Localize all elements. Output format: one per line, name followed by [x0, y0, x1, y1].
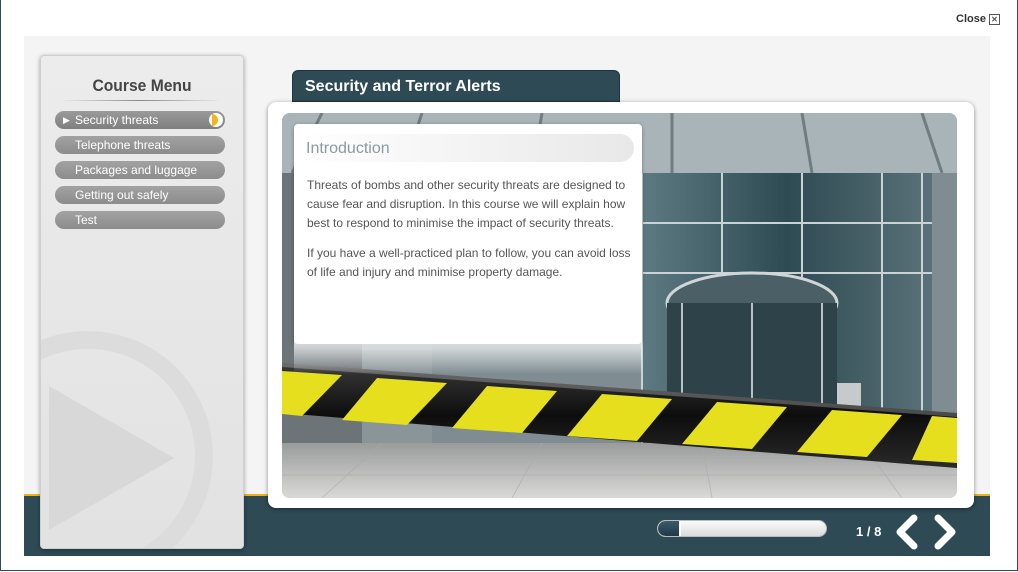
- introduction-title: Introduction: [306, 140, 390, 157]
- menu-divider: [61, 100, 221, 101]
- close-label: Close: [956, 13, 986, 25]
- menu-item-security-threats[interactable]: ▶ Security threats: [55, 111, 225, 129]
- course-menu-panel: Course Menu ▶ Security threats Telephone…: [40, 55, 244, 549]
- menu-item-label: Test: [75, 213, 98, 227]
- page-counter: 1 / 8: [856, 524, 882, 539]
- intro-paragraph: Threats of bombs and other security thre…: [307, 178, 626, 230]
- close-icon: ✕: [989, 13, 1000, 25]
- course-progress-bar: [657, 520, 827, 537]
- menu-item-test[interactable]: Test: [55, 211, 225, 229]
- section-title-tab: Security and Terror Alerts: [292, 70, 620, 102]
- course-stage: Course Menu ▶ Security threats Telephone…: [24, 36, 990, 556]
- prev-chevron-icon: [896, 514, 918, 550]
- course-menu-list: ▶ Security threats Telephone threats Pac…: [55, 111, 225, 236]
- course-menu-title: Course Menu: [92, 76, 192, 95]
- current-arrow-icon: ▶: [63, 115, 70, 125]
- menu-item-label: Telephone threats: [75, 138, 171, 152]
- introduction-panel: Introduction Threats of bombs and other …: [294, 124, 642, 344]
- course-progress-fill: [658, 521, 681, 536]
- intro-paragraph: If you have a well-practiced plan to fol…: [307, 246, 631, 279]
- menu-item-label: Packages and luggage: [75, 163, 198, 177]
- previous-page-button[interactable]: [892, 514, 920, 550]
- menu-item-packages-and-luggage[interactable]: Packages and luggage: [55, 161, 225, 179]
- close-button[interactable]: Close ✕: [956, 13, 1000, 25]
- menu-item-label: Getting out safely: [75, 188, 169, 202]
- menu-item-label: Security threats: [75, 113, 159, 127]
- introduction-fade: [294, 336, 642, 374]
- menu-item-getting-out-safely[interactable]: Getting out safely: [55, 186, 225, 204]
- next-chevron-icon: [934, 514, 956, 550]
- introduction-body: Threats of bombs and other security thre…: [307, 176, 633, 293]
- next-page-button[interactable]: [932, 514, 960, 550]
- play-arrow-icon: [49, 386, 174, 530]
- menu-item-telephone-threats[interactable]: Telephone threats: [55, 136, 225, 154]
- section-title: Security and Terror Alerts: [305, 78, 501, 95]
